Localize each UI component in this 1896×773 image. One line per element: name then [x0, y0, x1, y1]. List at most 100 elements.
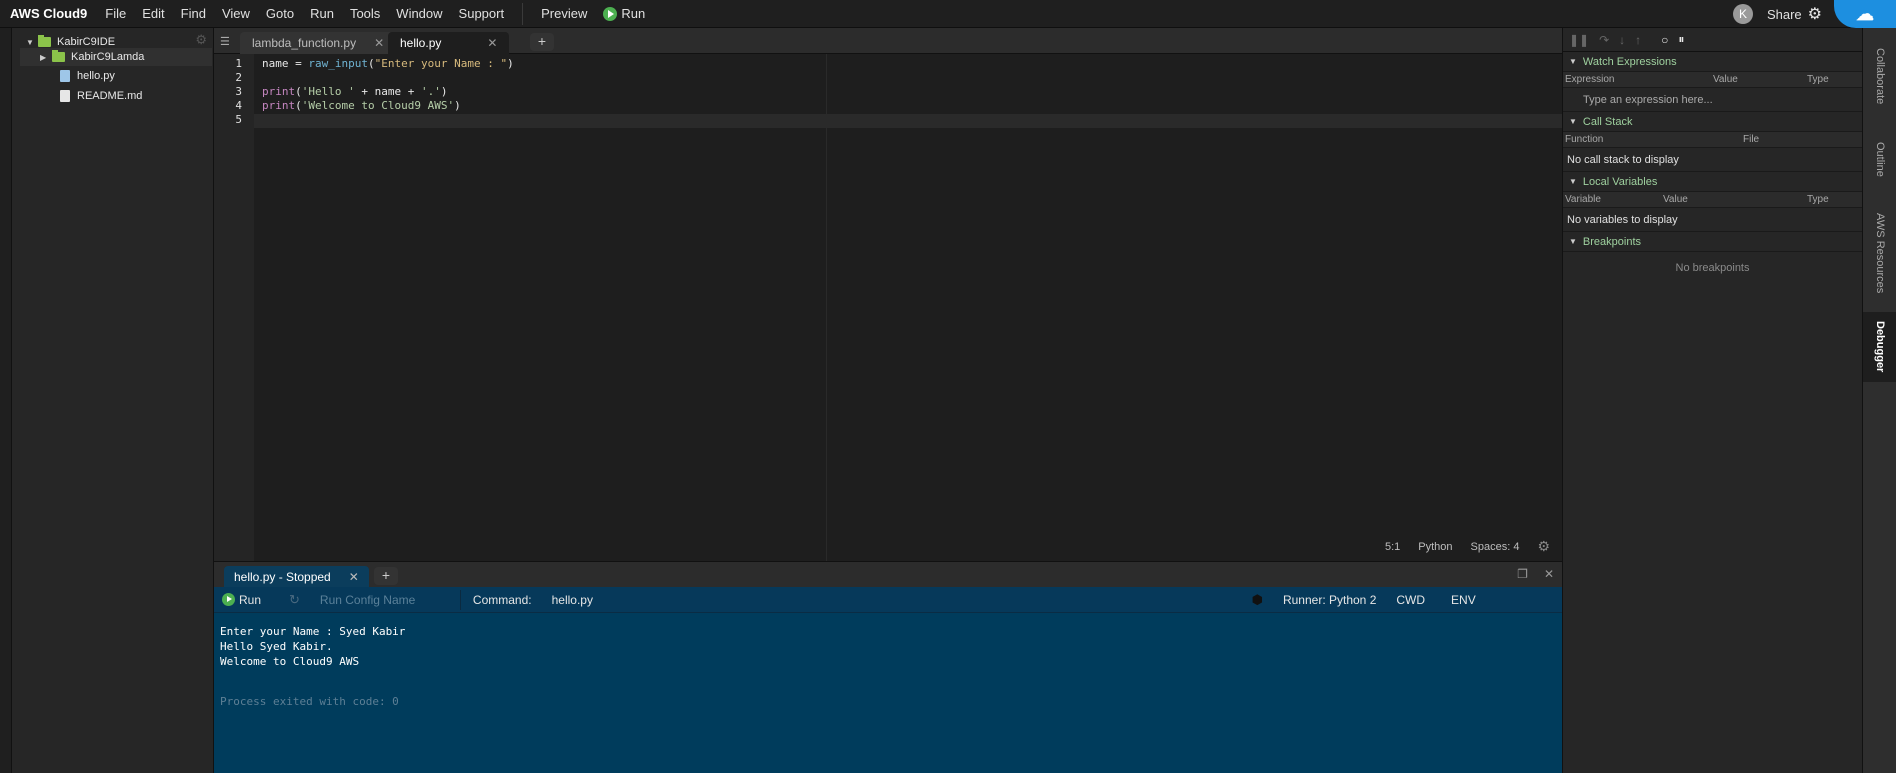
run-button[interactable]: Run [239, 593, 261, 607]
caret-down-icon[interactable]: ▼ [26, 38, 38, 47]
bug-icon[interactable]: ⬢ [1252, 592, 1263, 608]
command-input[interactable]: hello.py [552, 593, 1252, 607]
tab-debugger[interactable]: Debugger [1863, 312, 1896, 382]
runner-select[interactable]: Runner: Python 2 [1283, 593, 1376, 607]
code-token: 'Welcome to Cloud9 AWS' [301, 99, 455, 112]
restart-icon[interactable]: ↻ [289, 592, 300, 608]
caret-right-icon[interactable]: ▶ [40, 53, 52, 62]
close-icon[interactable]: ✕ [1544, 567, 1554, 581]
menu-tools[interactable]: Tools [342, 6, 388, 21]
run-icon[interactable] [222, 593, 235, 606]
app-brand[interactable]: AWS Cloud9 [0, 6, 97, 21]
close-icon[interactable]: ✕ [349, 570, 359, 584]
close-icon[interactable]: ✕ [374, 36, 384, 50]
language-mode[interactable]: Python [1418, 541, 1452, 553]
menu-file[interactable]: File [97, 6, 134, 21]
line-number: 5 [235, 113, 242, 126]
code-token: name [262, 57, 289, 70]
code-token: '.' [420, 85, 441, 98]
code-token: ( [295, 99, 302, 112]
watch-expressions-header[interactable]: ▼ Watch Expressions [1563, 52, 1862, 72]
menu-window[interactable]: Window [388, 6, 450, 21]
run-output[interactable]: Enter your Name : Syed Kabir Hello Syed … [214, 613, 1562, 773]
active-line-highlight [254, 114, 1562, 128]
folder-icon [52, 50, 65, 62]
editor-statusbar: 5:1 Python Spaces: 4 ⚙ [1385, 538, 1550, 555]
left-panel-strip [0, 28, 12, 773]
run-icon [603, 7, 618, 22]
tab-hello-py[interactable]: hello.py ✕ [388, 32, 510, 54]
tab-label: hello.py - Stopped [234, 570, 331, 584]
cwd-button[interactable]: CWD [1396, 593, 1425, 607]
output-line: Enter your Name : Syed Kabir [220, 625, 406, 638]
watch-expression-input[interactable]: Type an expression here... [1563, 88, 1862, 112]
step-into-icon[interactable]: ↓ [1619, 33, 1625, 47]
tree-item-kabirc9lamda[interactable]: ▶ KabirC9Lamda [20, 48, 212, 66]
tab-run-hello[interactable]: hello.py - Stopped ✕ [224, 566, 369, 588]
tree-item-readme[interactable]: README.md [60, 87, 142, 105]
tab-label: lambda_function.py [252, 36, 357, 50]
column-header: Type [1807, 194, 1829, 205]
tab-menu-icon[interactable]: ☰ [220, 35, 230, 48]
new-terminal-button[interactable]: + [374, 567, 398, 585]
pause-on-exceptions-icon[interactable]: ⏸ [1678, 32, 1684, 47]
close-icon[interactable]: ✕ [487, 36, 497, 50]
caret-down-icon: ▼ [1569, 237, 1577, 246]
code-line-1: name = raw_input("Enter your Name : ") [262, 57, 514, 70]
section-title: Watch Expressions [1582, 55, 1677, 68]
call-stack-header[interactable]: ▼ Call Stack [1563, 112, 1862, 132]
avatar[interactable]: K [1732, 4, 1753, 24]
gear-icon[interactable]: ⚙ [1537, 538, 1550, 555]
menu-view[interactable]: View [214, 6, 258, 21]
local-variables-header[interactable]: ▼ Local Variables [1563, 172, 1862, 192]
run-toolbar: Run ↻ Run Config Name Command: hello.py … [214, 587, 1562, 613]
tree-settings-icon[interactable]: ⚙ [195, 32, 207, 48]
step-over-icon[interactable]: ↷ [1599, 33, 1609, 47]
step-out-icon[interactable]: ↑ [1635, 33, 1641, 47]
menu-run[interactable]: Run [302, 6, 342, 21]
tree-item-hello-py[interactable]: hello.py [60, 67, 115, 85]
caret-down-icon: ▼ [1569, 57, 1577, 66]
toolbar-divider [459, 589, 461, 610]
tab-aws-resources[interactable]: AWS Resources [1863, 198, 1896, 308]
menu-edit[interactable]: Edit [134, 6, 172, 21]
share-button[interactable]: Share [1767, 7, 1802, 22]
breakpoints-empty-message: No breakpoints [1675, 262, 1750, 274]
column-header: Value [1663, 194, 1688, 205]
code-editor[interactable]: name = raw_input("Enter your Name : ") p… [254, 54, 1562, 561]
code-token: ) [507, 57, 514, 70]
run-button[interactable]: Run [595, 6, 653, 22]
watch-columns: Expression Value Type [1563, 72, 1862, 88]
tree-root-label: KabirC9IDE [57, 36, 116, 48]
new-tab-button[interactable]: + [530, 33, 554, 51]
side-tabs: Collaborate Outline AWS Resources Debugg… [1862, 28, 1896, 773]
menu-support[interactable]: Support [451, 6, 513, 21]
editor-pane: ☰ lambda_function.py ✕ hello.py ✕ + 1 2 … [214, 28, 1562, 561]
menu-find[interactable]: Find [173, 6, 214, 21]
line-number: 3 [235, 85, 242, 98]
maximize-icon[interactable]: ❐ [1517, 567, 1528, 581]
code-token: print [262, 85, 296, 98]
env-button[interactable]: ENV [1451, 593, 1476, 607]
line-number: 2 [235, 71, 242, 84]
output-line: Hello Syed Kabir. [220, 640, 333, 653]
run-config-input[interactable]: Run Config Name [320, 593, 460, 607]
breakpoints-header[interactable]: ▼ Breakpoints [1563, 232, 1862, 252]
line-number: 1 [235, 57, 242, 70]
preview-button[interactable]: Preview [533, 6, 595, 21]
cloud9-logo-icon[interactable]: ☁ [1834, 0, 1896, 28]
gear-icon[interactable]: ⚙ [1808, 4, 1822, 24]
indent-setting[interactable]: Spaces: 4 [1471, 541, 1520, 553]
column-header: Value [1713, 74, 1738, 85]
resume-icon[interactable]: ❚❚ [1569, 33, 1589, 47]
code-token: ) [454, 99, 461, 112]
tab-outline[interactable]: Outline [1863, 124, 1896, 194]
cursor-position[interactable]: 5:1 [1385, 541, 1400, 553]
output-line: Welcome to Cloud9 AWS [220, 655, 360, 668]
column-header: Function [1565, 134, 1604, 145]
breakpoint-toggle-icon[interactable]: ○ [1661, 33, 1668, 47]
line-gutter: 1 2 3 4 5 [214, 54, 254, 561]
tab-lambda-function[interactable]: lambda_function.py ✕ [240, 32, 397, 54]
tab-collaborate[interactable]: Collaborate [1863, 36, 1896, 116]
menu-goto[interactable]: Goto [258, 6, 302, 21]
